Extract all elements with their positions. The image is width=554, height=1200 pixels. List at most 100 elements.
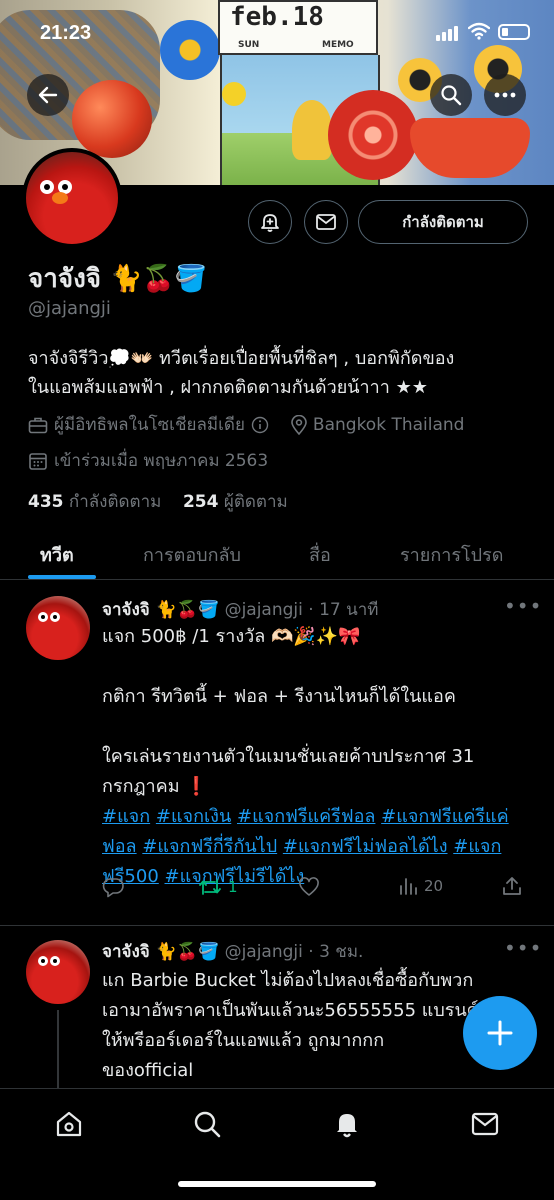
banner-mouth xyxy=(410,118,530,178)
message-button[interactable] xyxy=(304,200,348,244)
tweet-avatar[interactable] xyxy=(26,596,90,660)
profile-bio: จาจังจิรีวิว💭👐🏻 ทวีตเรื่อยเปื่อยพื้นที่ช… xyxy=(28,344,528,402)
bell-plus-icon xyxy=(261,214,279,232)
reply-button[interactable] xyxy=(102,876,124,898)
profile-location: Bangkok Thailand xyxy=(312,414,465,435)
tweet-time: · 3 ชม. xyxy=(308,942,364,962)
tweet[interactable]: จาจังจิ 🐈🍒🪣 @jajangji · 17 นาที ••• แจก … xyxy=(0,580,554,925)
search-icon xyxy=(194,1111,221,1138)
banner-apple xyxy=(72,80,152,158)
profile-category: ผู้มีอิทธิพลในโซเชียลมีเดีย xyxy=(54,415,245,435)
followers-label: ผู้ติดตาม xyxy=(223,492,288,512)
tweet-actions: 1 20 xyxy=(102,876,526,902)
followers-stat[interactable]: 254 ผู้ติดตาม xyxy=(183,492,288,512)
mail-icon xyxy=(316,214,336,230)
search-icon xyxy=(441,85,462,106)
mail-icon xyxy=(471,1112,499,1136)
hashtag-link[interactable]: #แจกฟรีกี่รีกันไป xyxy=(142,836,277,857)
profile-joined: เข้าร่วมเมื่อ พฤษภาคม 2563 xyxy=(54,451,269,471)
briefcase-icon xyxy=(28,417,48,433)
tweet-header: จาจังจิ 🐈🍒🪣 @jajangji · 17 นาที xyxy=(102,596,378,623)
info-icon[interactable] xyxy=(251,416,269,434)
views-button[interactable]: 20 xyxy=(398,876,443,896)
banner-tomato xyxy=(328,90,418,180)
wifi-icon xyxy=(468,22,490,40)
tweet-author-handle[interactable]: @jajangji xyxy=(225,600,303,620)
bell-icon xyxy=(337,1114,357,1138)
retweet-button[interactable]: 1 xyxy=(198,876,238,898)
tweet-avatar[interactable] xyxy=(26,940,90,1004)
following-button[interactable]: กำลังติดตาม xyxy=(358,200,528,244)
retweet-count: 1 xyxy=(228,878,238,896)
profile-joined-row: เข้าร่วมเมื่อ พฤษภาคม 2563 xyxy=(28,447,268,474)
tweet-time: · 17 นาที xyxy=(308,600,379,620)
retweet-icon xyxy=(199,879,221,895)
tweet-line: กรกฎาคม ❗️ xyxy=(102,776,208,797)
notifications-button[interactable] xyxy=(248,200,292,244)
banner-character xyxy=(292,100,332,160)
home-indicator xyxy=(178,1181,376,1187)
hashtag-link[interactable]: #แจกเงิน xyxy=(156,806,231,827)
home-icon xyxy=(56,1111,82,1137)
profile-avatar[interactable] xyxy=(22,148,122,248)
followers-count: 254 xyxy=(182,492,219,512)
tweet-line: ใครเล่นรายงานตัวในเมนชั่นเลยค้าบประกาศ 3… xyxy=(102,746,475,767)
avatar-eye xyxy=(40,180,54,194)
nav-home[interactable] xyxy=(52,1107,86,1141)
hashtag-link[interactable]: #แจกฟรีไม่ฟอลได้ไง xyxy=(283,836,448,857)
profile-handle: @jajangji xyxy=(28,298,111,319)
plus-icon xyxy=(487,1020,513,1046)
tweet-line: แจก 500฿ /1 รางวัล 🫶🏻🎉✨🎀 xyxy=(102,626,361,647)
tab-likes[interactable]: รายการโปรด xyxy=(400,540,503,569)
like-button[interactable] xyxy=(298,876,320,898)
avatar-nose xyxy=(52,192,68,204)
bio-line: จาจังจิรีวิว💭👐🏻 ทวีตเรื่อยเปื่อยพื้นที่ช… xyxy=(28,348,455,369)
tweet-text: แจก 500฿ /1 รางวัล 🫶🏻🎉✨🎀 กติกา รีทวิตนี้… xyxy=(102,622,526,892)
views-count: 20 xyxy=(424,877,444,895)
hashtag-link[interactable]: #แจกฟรีแค่รีฟอล xyxy=(237,806,375,827)
profile-name: จาจังจิ 🐈🍒🪣 xyxy=(28,264,208,294)
compose-tweet-button[interactable] xyxy=(463,996,537,1070)
tab-tweets[interactable]: ทวีต xyxy=(40,540,74,569)
tweet-more-icon[interactable]: ••• xyxy=(504,936,542,960)
following-count: 435 xyxy=(28,492,64,512)
status-bar: 21:23 xyxy=(0,0,554,64)
banner-smiley xyxy=(222,82,246,106)
bio-line: ในแอพส้มแอพฟ้า , ฝากกดติดตามกันด้วยน้าาา… xyxy=(28,377,428,398)
tweet-author-handle[interactable]: @jajangji xyxy=(225,942,303,962)
tweet-line: เอามาอัพราคาเป็นพันแล้วนะ56555555 แบรนด์ xyxy=(102,1000,479,1021)
tweet-author-name[interactable]: จาจังจิ 🐈🍒🪣 xyxy=(102,600,219,620)
tweet[interactable]: จาจังจิ 🐈🍒🪣 @jajangji · 3 ชม. ••• แก Bar… xyxy=(0,926,554,1088)
following-stat[interactable]: 435 กำลังติดตาม xyxy=(28,492,161,512)
tweet-more-icon[interactable]: ••• xyxy=(504,594,542,618)
status-time: 21:23 xyxy=(40,22,92,44)
more-options-button[interactable] xyxy=(484,74,526,116)
tab-replies[interactable]: การตอบกลับ xyxy=(143,540,241,569)
tweet-line: แก Barbie Bucket ไม่ต้องไปหลงเชื่อซื้อกั… xyxy=(102,970,474,991)
profile-stats: 435 กำลังติดตาม 254 ผู้ติดตาม xyxy=(28,488,288,515)
views-icon xyxy=(400,878,417,895)
nav-search[interactable] xyxy=(190,1107,224,1141)
reply-icon xyxy=(102,878,124,898)
search-button[interactable] xyxy=(430,74,472,116)
nav-messages[interactable] xyxy=(468,1107,502,1141)
signal-icon xyxy=(436,26,458,41)
arrow-left-icon xyxy=(38,86,58,104)
tweet-line: กติกา รีทวิตนี้ + ฟอล + รีงานไหนก็ได้ในแ… xyxy=(102,686,456,707)
tweet-line: ของofficial xyxy=(102,1060,194,1081)
share-icon xyxy=(503,877,521,895)
tab-media[interactable]: สื่อ xyxy=(309,540,331,569)
more-icon xyxy=(494,92,516,98)
share-button[interactable] xyxy=(502,876,522,896)
tweet-text: แก Barbie Bucket ไม่ต้องไปหลงเชื่อซื้อกั… xyxy=(102,966,526,1086)
battery-icon xyxy=(498,24,530,40)
nav-notifications[interactable] xyxy=(330,1107,364,1141)
calendar-icon xyxy=(29,452,47,470)
back-button[interactable] xyxy=(27,74,69,116)
thread-line xyxy=(57,1010,59,1090)
profile-meta-row: ผู้มีอิทธิพลในโซเชียลมีเดีย Bangkok Thai… xyxy=(28,411,464,438)
location-pin-icon xyxy=(291,414,307,435)
tweet-author-name[interactable]: จาจังจิ 🐈🍒🪣 xyxy=(102,942,219,962)
profile-tabs: ทวีต การตอบกลับ สื่อ รายการโปรด xyxy=(0,528,554,580)
hashtag-link[interactable]: #แจก xyxy=(102,806,150,827)
